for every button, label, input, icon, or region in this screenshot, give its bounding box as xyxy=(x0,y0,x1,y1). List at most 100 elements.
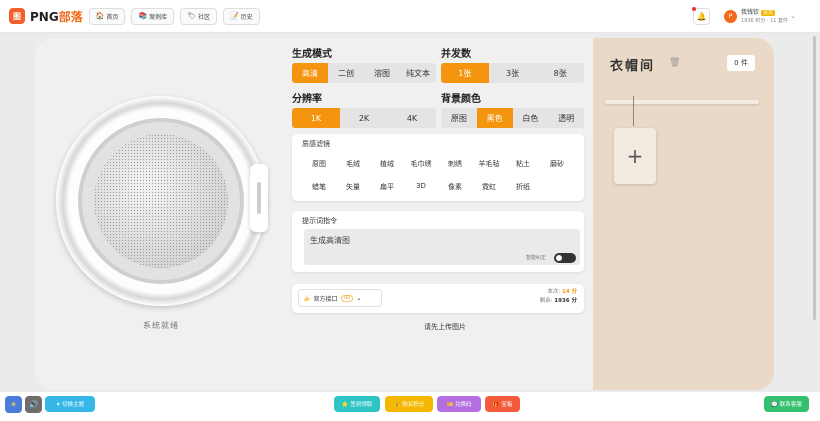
add-item-button[interactable]: + xyxy=(614,128,656,184)
user-name: 我钱钦 xyxy=(741,9,760,16)
wardrobe-count: 0 件 xyxy=(727,55,755,71)
cost-value: 14 分 xyxy=(561,289,577,295)
mode-option[interactable]: 纯文本 xyxy=(400,63,436,83)
chevron-down-icon: ⌄ xyxy=(356,294,362,302)
trash-icon[interactable]: 🗑 xyxy=(669,58,680,68)
smart-correct-toggle[interactable] xyxy=(554,253,576,263)
filter-option[interactable]: 3D xyxy=(404,182,438,190)
mode-selector: 高清 二创 溶图 纯文本 xyxy=(292,63,436,83)
mode-option[interactable]: 二创 xyxy=(328,63,364,83)
home-icon: 🏠 xyxy=(95,12,105,20)
nav-home-button[interactable]: 🏠 首页 xyxy=(88,7,126,25)
nav-history-button[interactable]: 📝 历史 xyxy=(223,7,260,25)
prompt-text: 生成高清图 xyxy=(310,236,350,245)
drum xyxy=(78,118,244,284)
background-option[interactable]: 白色 xyxy=(513,108,549,128)
resolution-option[interactable]: 1K xyxy=(292,108,340,128)
buy-points-button[interactable]: 💰 购买积分 xyxy=(385,396,433,412)
filter-option[interactable]: 毛巾绣 xyxy=(404,159,438,169)
filter-option[interactable]: 折纸 xyxy=(506,182,540,192)
brand-name[interactable]: PNG部落 xyxy=(30,8,83,25)
filter-option[interactable]: 矢量 xyxy=(336,182,370,192)
nav-case-library-label: 案例库 xyxy=(149,13,168,21)
filter-option[interactable]: 羊毛毡 xyxy=(472,159,506,169)
brand-accent: 部落 xyxy=(58,9,83,24)
prompt-input[interactable]: 生成高清图 智能纠正 xyxy=(304,229,580,265)
logo-icon: 图 xyxy=(9,8,25,24)
system-status: 系统就绪 xyxy=(143,321,179,330)
case-library-icon: 📚 xyxy=(138,12,148,20)
sun-icon: ☀ xyxy=(9,400,18,409)
drum-inner xyxy=(94,134,228,268)
hanger-hook xyxy=(633,96,634,126)
user-info[interactable]: 我钱钦 会员 1936 积分 · 11 套件 xyxy=(741,9,788,25)
contact-service-button[interactable]: 💬 联系客服 xyxy=(764,396,809,412)
concurrency-selector: 1张 3张 8张 xyxy=(441,63,584,83)
check-in-button[interactable]: ⭐ 签到领取 xyxy=(334,396,380,412)
smart-correct-label: 智能纠正 xyxy=(526,255,547,261)
filter-option[interactable]: 毛绒 xyxy=(336,159,370,169)
api-select[interactable]: 🍌 官方接口 HD ⌄ xyxy=(298,289,382,307)
nav-history-label: 历史 xyxy=(240,13,253,21)
clothes-rail xyxy=(605,100,759,104)
background-option[interactable]: 原图 xyxy=(441,108,477,128)
resolution-selector: 1K 2K 4K xyxy=(292,108,436,128)
filter-option[interactable]: 霓虹 xyxy=(472,182,506,192)
redeem-code-button[interactable]: 🎫 兑换码 xyxy=(437,396,481,412)
vip-badge: 会员 xyxy=(761,10,776,16)
upload-hint: 请先上传图片 xyxy=(424,323,466,331)
remaining-label: 剩余: xyxy=(539,298,553,304)
notification-button[interactable]: 🔔 xyxy=(692,7,710,25)
history-icon: 📝 xyxy=(230,12,239,20)
brand-main: PNG xyxy=(30,9,59,24)
community-icon: 🏷 xyxy=(187,12,197,20)
filter-option[interactable]: 刺绣 xyxy=(438,159,472,169)
chevron-down-icon[interactable]: ⌄ xyxy=(790,12,796,20)
filter-option[interactable]: 扁平 xyxy=(370,182,404,192)
cost-label: 本次: xyxy=(547,289,561,295)
bell-icon: 🔔 xyxy=(696,12,707,21)
remaining-value: 1936 分 xyxy=(554,298,577,304)
filter-option[interactable]: 植绒 xyxy=(370,159,404,169)
resolution-option[interactable]: 4K xyxy=(388,108,436,128)
filter-title: 质感滤镜 xyxy=(302,140,330,148)
filter-option[interactable]: 磨砂 xyxy=(540,159,574,169)
quota-info: 本次: 14 分 剩余: 1936 分 xyxy=(540,288,577,306)
concurrency-option[interactable]: 8张 xyxy=(536,63,584,83)
handle-bar xyxy=(257,182,261,214)
api-label: 官方接口 xyxy=(313,295,338,303)
filter-option[interactable]: 像素 xyxy=(438,182,472,192)
door-handle[interactable] xyxy=(250,164,268,232)
banana-icon: 🍌 xyxy=(303,294,311,302)
background-title: 背景颜色 xyxy=(441,94,481,105)
concurrency-title: 并发数 xyxy=(441,49,471,60)
concurrency-option[interactable]: 3张 xyxy=(489,63,537,83)
concurrency-option[interactable]: 1张 xyxy=(441,63,489,83)
sun-button[interactable]: ☀ xyxy=(5,396,22,413)
mode-option[interactable]: 高清 xyxy=(292,63,328,83)
api-tag: HD xyxy=(340,294,354,302)
wardrobe-panel xyxy=(593,38,774,390)
switch-theme-button[interactable]: ✦ 切换主题 xyxy=(45,396,95,412)
prompt-title: 提示词指令 xyxy=(302,217,337,225)
user-points: 1936 积分 · 11 套件 xyxy=(741,18,789,24)
filter-option[interactable]: 蜡笔 xyxy=(302,182,336,192)
washing-machine-door[interactable] xyxy=(56,96,266,306)
scrollbar[interactable] xyxy=(813,36,816,320)
treasure-box-button[interactable]: 🎁 宝箱 xyxy=(485,396,520,412)
background-option[interactable]: 透明 xyxy=(548,108,584,128)
sound-button[interactable]: 🔊 xyxy=(25,396,42,413)
mode-option[interactable]: 溶图 xyxy=(364,63,400,83)
filter-option[interactable]: 粘土 xyxy=(506,159,540,169)
prompt-card: 提示词指令 生成高清图 智能纠正 xyxy=(292,211,584,272)
nav-home-label: 首页 xyxy=(106,13,119,21)
notification-dot xyxy=(692,7,696,11)
avatar[interactable]: P xyxy=(724,10,737,23)
nav-case-library-button[interactable]: 📚 案例库 xyxy=(131,7,175,25)
background-option[interactable]: 黑色 xyxy=(476,108,513,128)
mode-title: 生成模式 xyxy=(292,49,332,60)
filter-option[interactable]: 原图 xyxy=(302,159,336,169)
resolution-option[interactable]: 2K xyxy=(340,108,388,128)
wardrobe-title: 衣帽间 xyxy=(610,59,656,74)
nav-community-button[interactable]: 🏷 社区 xyxy=(180,7,218,25)
